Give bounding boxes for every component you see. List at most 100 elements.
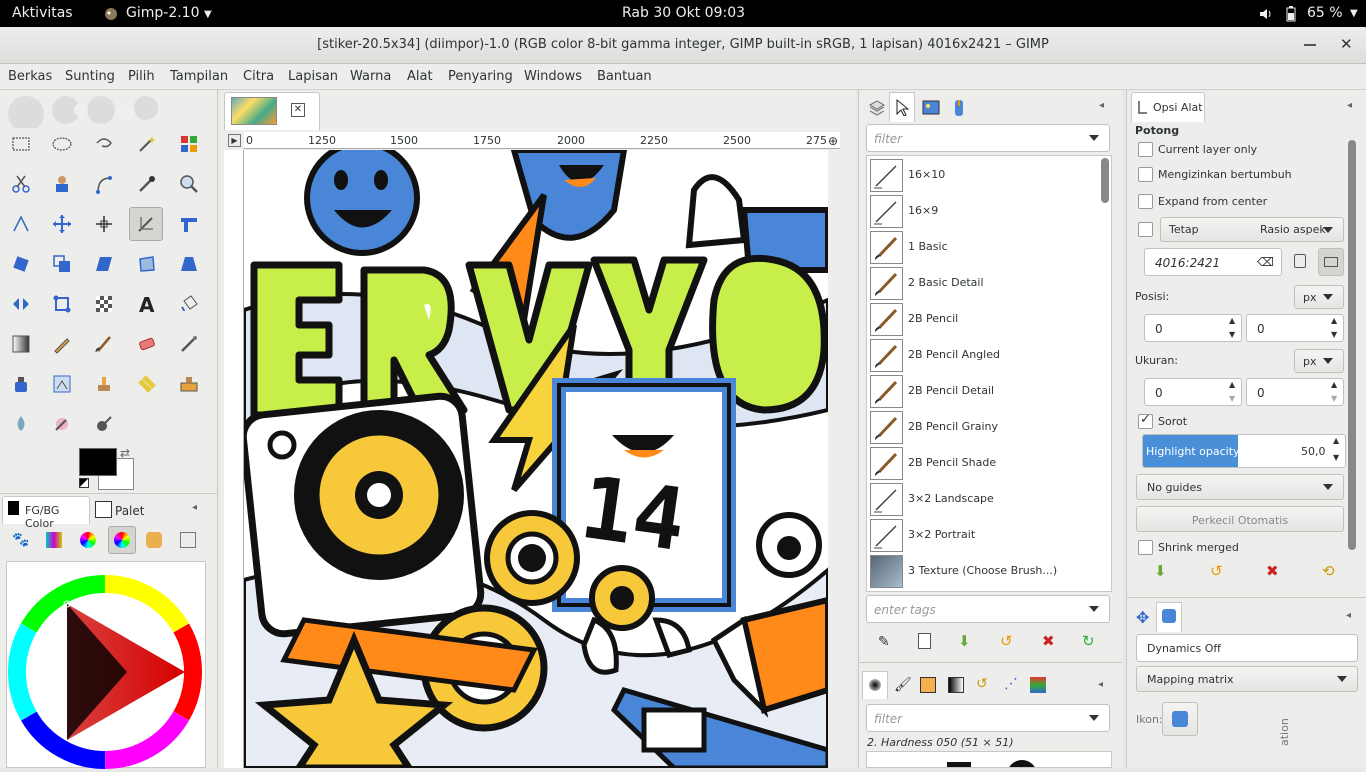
- mapping-dropdown[interactable]: Mapping matrix: [1136, 666, 1358, 692]
- size-width-input[interactable]: 0 ▲ ▼: [1144, 378, 1242, 406]
- guides-dropdown[interactable]: No guides: [1136, 474, 1344, 500]
- dock-menu-icon[interactable]: ◂: [1346, 610, 1351, 621]
- navigate-icon[interactable]: ⊕: [828, 134, 838, 148]
- minimize-icon[interactable]: [1304, 38, 1316, 46]
- icon-picker-button[interactable]: [1162, 702, 1198, 736]
- brush-row[interactable]: 2B Pencil: [868, 301, 1100, 337]
- brush-preview[interactable]: [1007, 760, 1037, 767]
- zoom-icon[interactable]: [172, 167, 206, 201]
- smudge-icon[interactable]: [45, 407, 79, 441]
- bucket-fill-icon[interactable]: [172, 287, 206, 321]
- position-x-input[interactable]: 0 ▲ ▼: [1144, 314, 1242, 342]
- scissors-select-icon[interactable]: [4, 167, 38, 201]
- clear-input-icon[interactable]: ⌫: [1257, 255, 1274, 269]
- menu-penyaring[interactable]: Penyaring: [448, 69, 513, 84]
- wheel-selector-tab[interactable]: [108, 526, 136, 554]
- color-wheel-icon[interactable]: [7, 562, 207, 769]
- tab-palet[interactable]: Palet: [92, 498, 147, 524]
- wilber-drop-zone-icon[interactable]: [6, 94, 206, 128]
- clock[interactable]: Rab 30 Okt 09:03: [622, 5, 745, 21]
- reset-options-icon[interactable]: ⟲: [1322, 562, 1335, 580]
- dynamics-field[interactable]: Dynamics Off: [1136, 634, 1358, 662]
- vertical-ruler[interactable]: [224, 150, 244, 768]
- watercolor-selector-icon[interactable]: [80, 532, 96, 548]
- menu-sunting[interactable]: Sunting: [65, 69, 115, 84]
- aspect-ratio-input[interactable]: 4016:2421 ⌫: [1144, 248, 1282, 276]
- color-picker-icon[interactable]: [130, 167, 164, 201]
- align-icon[interactable]: [87, 207, 121, 241]
- dodge-burn-icon[interactable]: [87, 407, 121, 441]
- tab-tool-options[interactable]: Opsi Alat: [1131, 92, 1205, 122]
- brush-filter-input[interactable]: filter: [866, 124, 1110, 152]
- handle-transform-icon[interactable]: [45, 287, 79, 321]
- delete-brush-icon[interactable]: ✖: [1042, 632, 1055, 650]
- brush-row[interactable]: 16×9: [868, 193, 1100, 229]
- tool-options-scrollbar[interactable]: [1348, 140, 1356, 550]
- brush-row[interactable]: 2B Pencil Grainy: [868, 409, 1100, 445]
- brush-list-scrollbar[interactable]: [1101, 158, 1109, 203]
- palettes-tab-icon[interactable]: [1030, 677, 1046, 693]
- flip-icon[interactable]: [4, 287, 38, 321]
- fixed-mode-dropdown[interactable]: Tetap Rasio aspek: [1160, 217, 1344, 242]
- brush-row[interactable]: 3 Texture (Choose Brush...): [868, 553, 1100, 589]
- auto-shrink-button[interactable]: Perkecil Otomatis: [1136, 506, 1344, 532]
- brush-tags-input[interactable]: enter tags: [866, 595, 1110, 623]
- blur-icon[interactable]: [4, 407, 38, 441]
- spin-up-icon[interactable]: ▲: [1331, 380, 1337, 389]
- default-colors-icon[interactable]: [79, 478, 89, 488]
- brush-row[interactable]: 3×2 Landscape: [868, 481, 1100, 517]
- size-unit-dropdown[interactable]: px: [1294, 349, 1344, 373]
- foreground-color-swatch[interactable]: [79, 448, 117, 476]
- activities-button[interactable]: Aktivitas: [12, 5, 73, 21]
- spin-up-icon[interactable]: ▲: [1229, 316, 1235, 325]
- image-canvas[interactable]: 14: [244, 150, 828, 768]
- gradients-tab-icon[interactable]: [948, 677, 964, 693]
- spin-down-icon[interactable]: ▼: [1229, 394, 1235, 403]
- scales-selector-icon[interactable]: [180, 532, 196, 548]
- spin-down-icon[interactable]: ▼: [1333, 453, 1339, 462]
- expand-from-center-checkbox[interactable]: [1138, 194, 1153, 209]
- perspective-icon[interactable]: [172, 247, 206, 281]
- app-menu-button[interactable]: Gimp-2.10 ▼: [126, 5, 212, 21]
- menu-alat[interactable]: Alat: [407, 69, 433, 84]
- heal-icon[interactable]: [130, 367, 164, 401]
- system-menu-chevron-icon[interactable]: ▼: [1350, 8, 1358, 19]
- spin-down-icon[interactable]: ▼: [1331, 330, 1337, 339]
- unified-transform-icon[interactable]: [172, 207, 206, 241]
- palette-selector-icon[interactable]: [146, 532, 162, 548]
- pencil-icon[interactable]: [45, 327, 79, 361]
- lasso-icon[interactable]: [87, 127, 121, 161]
- highlight-checkbox[interactable]: ✓: [1138, 412, 1153, 429]
- move-tab-icon[interactable]: ✥: [1136, 608, 1149, 627]
- ink-icon[interactable]: [4, 367, 38, 401]
- perspective-clone-icon[interactable]: [172, 367, 206, 401]
- cage-transform-icon[interactable]: [130, 247, 164, 281]
- gimp-selector-icon[interactable]: 🐾: [12, 532, 29, 548]
- layers-tab-icon[interactable]: [865, 94, 889, 120]
- rect-select-icon[interactable]: [4, 127, 38, 161]
- brushes-tab-icon[interactable]: [862, 671, 888, 699]
- volume-icon[interactable]: [1258, 6, 1274, 26]
- quick-mask-toggle-icon[interactable]: ▶: [228, 134, 241, 147]
- gradient-icon[interactable]: [4, 327, 38, 361]
- delete-preset-icon[interactable]: ✖: [1266, 562, 1279, 580]
- foreground-select-icon[interactable]: [45, 167, 79, 201]
- mypaint-brush-icon[interactable]: [45, 367, 79, 401]
- ellipse-select-icon[interactable]: [45, 127, 79, 161]
- dock-menu-icon[interactable]: ◂: [1098, 679, 1103, 690]
- airbrush-icon[interactable]: [172, 327, 206, 361]
- size-height-input[interactable]: 0 ▲ ▼: [1246, 378, 1344, 406]
- spin-down-icon[interactable]: ▼: [1331, 394, 1337, 403]
- brush-row[interactable]: 2B Pencil Shade: [868, 445, 1100, 481]
- save-preset-icon[interactable]: ⬇: [1154, 562, 1167, 580]
- shrink-merged-checkbox[interactable]: [1138, 540, 1153, 555]
- close-icon[interactable]: ✕: [1340, 35, 1353, 53]
- tab-fg-bg-color[interactable]: FG/BG Color: [2, 496, 90, 530]
- position-y-input[interactable]: 0 ▲ ▼: [1246, 314, 1344, 342]
- edit-brush-icon[interactable]: ✎: [878, 634, 890, 650]
- dock-menu-icon[interactable]: ◂: [1099, 100, 1104, 111]
- brush-preview-grid[interactable]: [866, 751, 1112, 768]
- highlight-opacity-slider[interactable]: Highlight opacity 50,0 ▲ ▼: [1142, 434, 1346, 468]
- reload-brushes-icon[interactable]: ↻: [1082, 632, 1095, 650]
- landscape-button[interactable]: [1318, 248, 1344, 276]
